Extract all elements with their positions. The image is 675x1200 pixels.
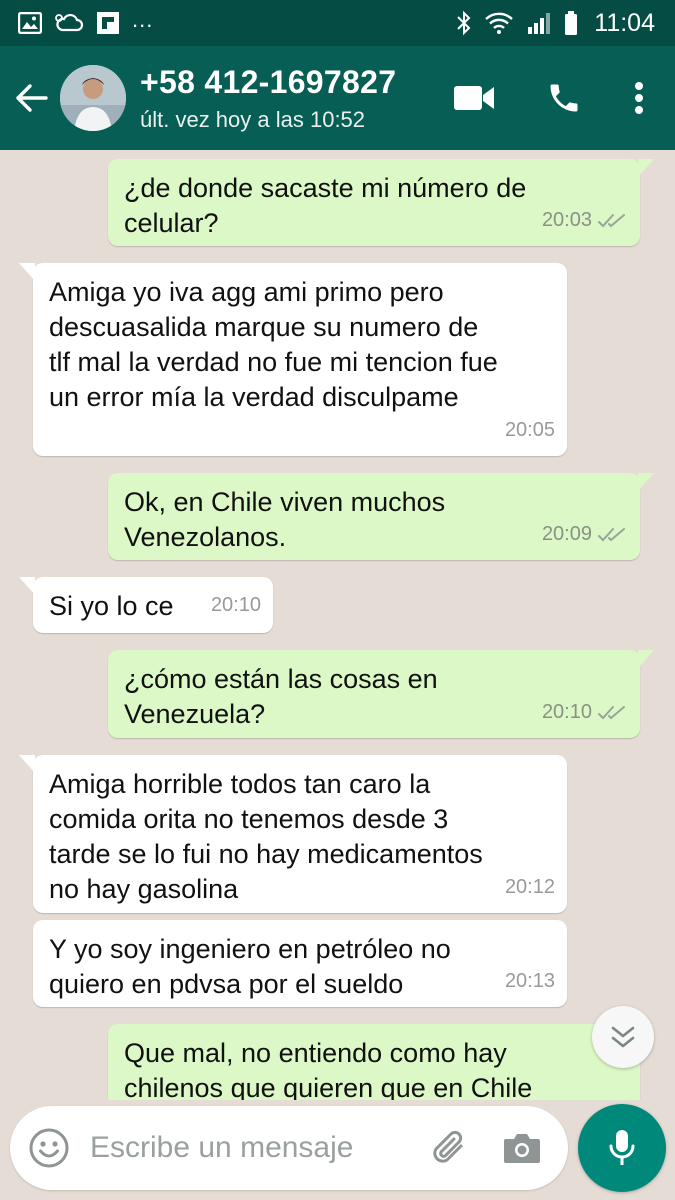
phone-icon [550,84,578,112]
message-time: 20:10 [210,594,261,616]
camera-button[interactable] [502,1130,542,1166]
bubble-tail [638,650,654,668]
chat-header: +58 412-1697827 últ. vez hoy a las 10:52 [0,46,675,150]
more-notifications: ... [132,7,154,32]
wifi-icon [484,11,514,35]
message-meta: 20:10 [211,588,261,623]
bubble-tail [19,755,35,773]
message-outgoing[interactable]: ¿cómo están las cosas en Venezuela? 20:1… [108,650,654,738]
message-input[interactable] [90,1131,428,1165]
bluetooth-icon [456,10,472,36]
message-composer [10,1106,568,1190]
scroll-to-bottom-button[interactable] [592,1006,654,1068]
message-meta: 20:13 [505,964,555,999]
message-meta: 20:03 [542,203,628,238]
message-text: Amiga horrible todos tan caro la comida … [49,769,483,904]
arrow-back-icon [16,84,48,112]
double-chevron-down-icon [611,1026,635,1048]
message-time: 20:03 [541,209,592,231]
video-call-button[interactable] [429,46,519,150]
bubble-tail [19,577,35,595]
message-time: 20:10 [541,701,592,723]
notification-icons: ... [18,7,154,35]
contact-info[interactable]: +58 412-1697827 últ. vez hoy a las 10:52 [140,64,429,133]
message-meta: 20:10 [542,695,628,730]
last-seen: últ. vez hoy a las 10:52 [140,106,366,132]
emoji-button[interactable] [28,1127,70,1169]
message-text: Y yo soy ingeniero en petróleo no quiero… [49,934,451,999]
voice-call-button[interactable] [519,46,609,150]
emoji-icon [29,1128,69,1168]
message-incoming[interactable]: Si yo lo ce 20:10 [19,577,273,633]
bubble-tail [19,263,35,281]
message-time: 20:13 [504,970,555,992]
message-list[interactable]: ¿de donde sacaste mi número de celular? … [0,150,675,1100]
bubble-tail [638,159,654,177]
video-camera-icon [454,86,494,110]
image-icon [18,12,42,34]
contact-name: +58 412-1697827 [140,63,397,100]
avatar[interactable] [60,65,126,131]
bubble-tail [638,473,654,491]
voice-message-button[interactable] [578,1104,666,1192]
message-meta: 20:09 [542,517,628,552]
battery-icon [564,10,578,36]
more-vert-icon [635,82,643,114]
message-incoming[interactable]: Y yo soy ingeniero en petróleo no quiero… [33,920,567,1007]
message-meta: 20:05 [505,413,555,448]
back-button[interactable] [2,46,60,150]
paperclip-icon [433,1130,463,1163]
microphone-icon [609,1130,635,1165]
message-time: 20:12 [504,876,555,898]
system-icons: 11:04 [456,9,655,38]
message-outgoing[interactable]: Ok, en Chile viven muchos Venezolanos. 2… [108,473,654,560]
message-time: 20:09 [541,523,592,545]
message-text: Que mal, no entiendo como hay chilenos q… [124,1038,533,1100]
message-incoming[interactable]: Amiga yo iva agg ami primo pero descuasa… [19,263,567,456]
message-meta: 20:12 [505,870,555,905]
avatar-photo [60,65,126,131]
double-check-icon [598,213,625,227]
message-outgoing[interactable]: Que mal, no entiendo como hay chilenos q… [108,1024,654,1100]
double-check-icon [598,705,625,719]
camera-icon [504,1134,540,1163]
message-text: Amiga yo iva agg ami primo pero descuasa… [49,277,498,412]
attach-button[interactable] [428,1128,468,1168]
cloud-icon [54,12,84,34]
status-bar: ... 11:04 [0,0,675,46]
double-check-icon [598,527,625,541]
message-incoming[interactable]: Amiga horrible todos tan caro la comida … [19,755,567,913]
clock: 11:04 [594,8,655,37]
overflow-menu-button[interactable] [609,46,669,150]
signal-icon [526,11,552,35]
flipboard-icon [96,11,120,35]
message-outgoing[interactable]: ¿de donde sacaste mi número de celular? … [108,159,654,246]
message-time: 20:05 [504,419,555,441]
